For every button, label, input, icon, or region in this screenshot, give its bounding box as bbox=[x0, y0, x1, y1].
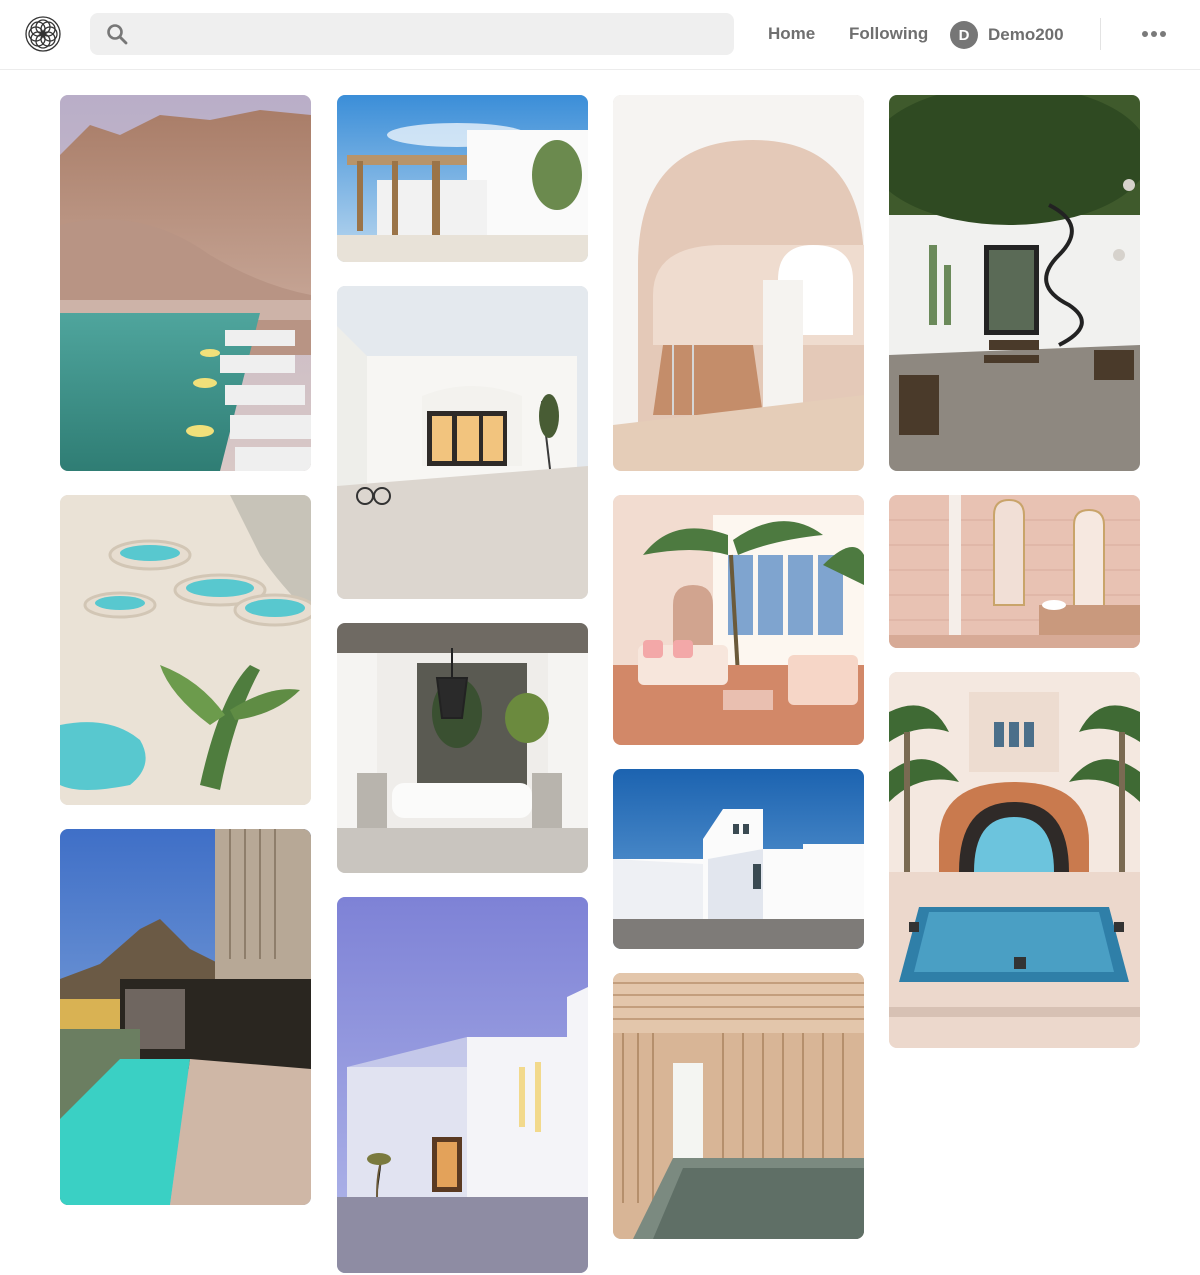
pin-image bbox=[60, 829, 311, 1205]
pin-courtyard-spiral-stair[interactable] bbox=[889, 95, 1140, 471]
pin-white-villa-gravel[interactable] bbox=[337, 286, 588, 599]
pin-pink-living-palms[interactable] bbox=[613, 495, 864, 745]
nav-divider bbox=[1100, 18, 1101, 50]
pin-image bbox=[613, 95, 864, 471]
pin-image bbox=[613, 973, 864, 1239]
geometric-flower-logo-icon[interactable] bbox=[24, 15, 62, 53]
pin-image bbox=[337, 95, 588, 262]
pin-wood-indoor-pool[interactable] bbox=[613, 973, 864, 1239]
pin-image bbox=[60, 495, 311, 805]
username: Demo200 bbox=[988, 25, 1064, 44]
more-options-button[interactable] bbox=[1142, 24, 1172, 44]
pin-image bbox=[889, 495, 1140, 648]
pin-image bbox=[889, 672, 1140, 1048]
search-bar[interactable] bbox=[90, 13, 734, 55]
nav-home-link[interactable]: Home bbox=[768, 24, 815, 44]
nav-following-link[interactable]: Following bbox=[849, 24, 928, 44]
pin-moorish-pool-palms[interactable] bbox=[889, 672, 1140, 1048]
search-icon bbox=[107, 24, 128, 45]
pin-image bbox=[337, 897, 588, 1273]
pin-travertine-pools[interactable] bbox=[60, 495, 311, 805]
pin-white-house-twilight[interactable] bbox=[337, 897, 588, 1273]
pin-cycladic-white-houses[interactable] bbox=[613, 769, 864, 949]
pin-pink-tile-bathroom[interactable] bbox=[889, 495, 1140, 648]
ellipsis-icon bbox=[1142, 31, 1148, 37]
user-profile-link[interactable]: D Demo200 bbox=[950, 21, 1064, 49]
pin-desert-canyon-pool[interactable] bbox=[60, 95, 311, 471]
pin-image bbox=[337, 623, 588, 873]
pin-image bbox=[60, 95, 311, 471]
pin-image bbox=[613, 769, 864, 949]
pin-image bbox=[337, 286, 588, 599]
top-navigation-bar: Home Following D Demo200 bbox=[0, 0, 1200, 70]
pin-mountain-lap-pool[interactable] bbox=[60, 829, 311, 1205]
pin-white-lounge-pendant[interactable] bbox=[337, 623, 588, 873]
search-input[interactable] bbox=[142, 13, 722, 55]
pin-image bbox=[613, 495, 864, 745]
avatar: D bbox=[950, 21, 978, 49]
pin-arched-pink-interior[interactable] bbox=[613, 95, 864, 471]
pin-white-terrace-pergola[interactable] bbox=[337, 95, 588, 262]
pin-image bbox=[889, 95, 1140, 471]
